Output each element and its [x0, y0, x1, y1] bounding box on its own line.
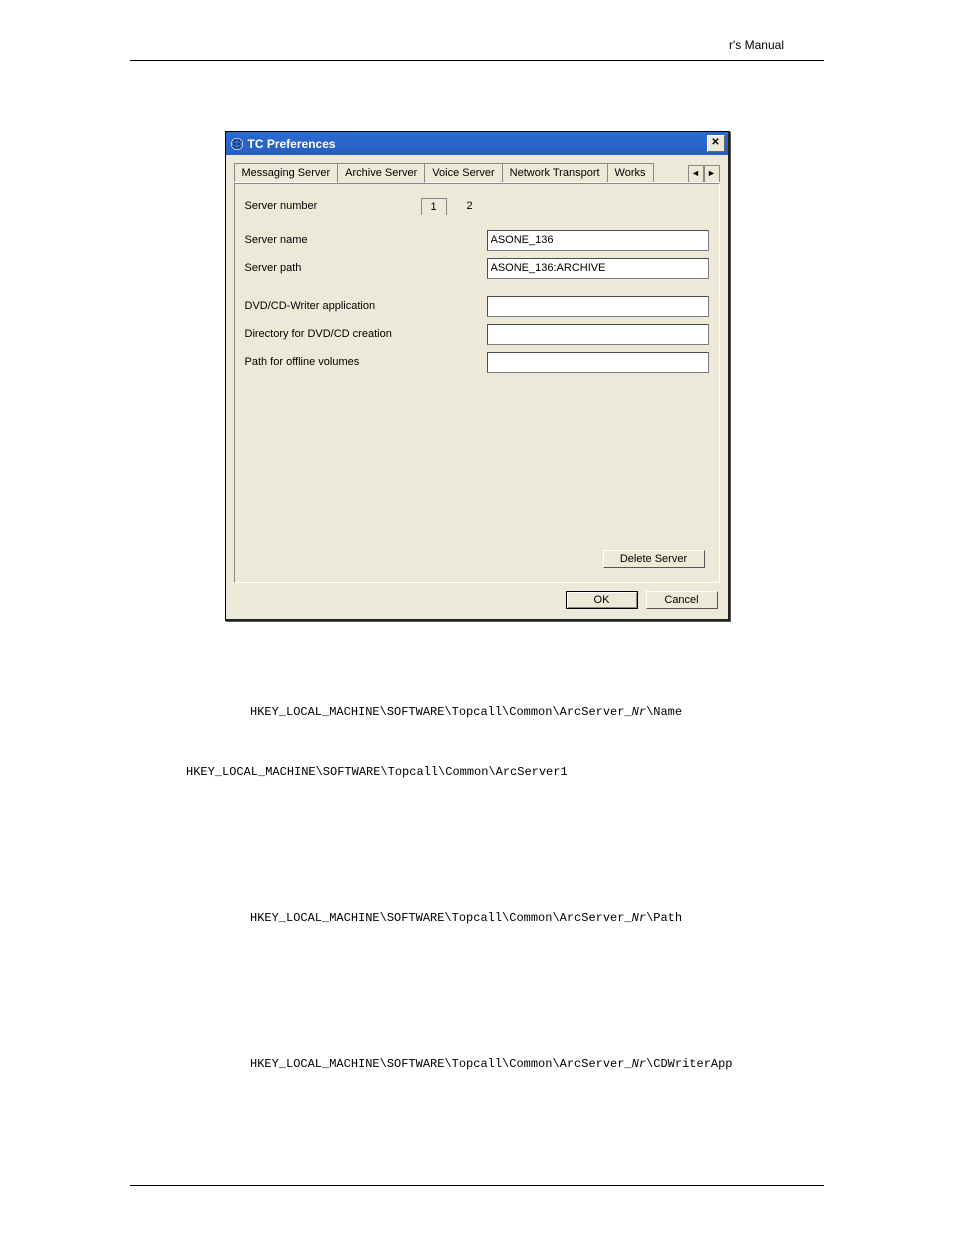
row-server-name: Server name [245, 228, 709, 252]
screenshot-figure: TC Preferences ✕ Messaging Server Archiv… [130, 131, 824, 621]
label-dvd-dir: Directory for DVD/CD creation [245, 328, 487, 340]
footer-rule [130, 1185, 824, 1186]
row-dvd-dir: Directory for DVD/CD creation [245, 322, 709, 346]
tab-archive-server[interactable]: Archive Server [337, 163, 425, 183]
input-dvd-app[interactable] [487, 296, 709, 317]
registry-example: HKEY_LOCAL_MACHINE\SOFTWARE\Topcall\Comm… [186, 763, 824, 781]
delete-server-button[interactable]: Delete Server [603, 550, 705, 568]
page-header-fragment: r's Manual [729, 38, 784, 52]
dialog-titlebar: TC Preferences ✕ [226, 132, 728, 155]
registry-key-cdwriter: HKEY_LOCAL_MACHINE\SOFTWARE\Topcall\Comm… [250, 1055, 824, 1073]
label-server-name: Server name [245, 234, 421, 246]
row-offline: Path for offline volumes [245, 350, 709, 374]
cancel-button[interactable]: Cancel [646, 591, 718, 609]
header-rule [130, 60, 824, 61]
app-icon [230, 137, 244, 151]
close-icon: ✕ [711, 137, 719, 148]
label-server-number: Server number [245, 200, 421, 212]
label-offline: Path for offline volumes [245, 356, 487, 368]
registry-key-path: HKEY_LOCAL_MACHINE\SOFTWARE\Topcall\Comm… [250, 909, 824, 927]
input-dvd-dir[interactable] [487, 324, 709, 345]
dialog-action-row: OK Cancel [234, 583, 720, 611]
document-body-text: HKEY_LOCAL_MACHINE\SOFTWARE\Topcall\Comm… [130, 661, 824, 1145]
server-number-1[interactable]: 1 [421, 198, 447, 215]
dialog-body: Messaging Server Archive Server Voice Se… [226, 155, 728, 619]
input-server-name[interactable] [487, 230, 709, 251]
tc-preferences-dialog: TC Preferences ✕ Messaging Server Archiv… [225, 131, 730, 621]
archive-server-panel: Server number 1 2 Server name Server pat… [234, 183, 720, 583]
server-number-tabs: 1 2 [421, 198, 479, 215]
label-server-path: Server path [245, 262, 421, 274]
input-server-path[interactable] [487, 258, 709, 279]
tab-strip: Messaging Server Archive Server Voice Se… [234, 163, 720, 183]
arrow-right-icon: ► [707, 168, 716, 178]
registry-key-name: HKEY_LOCAL_MACHINE\SOFTWARE\Topcall\Comm… [250, 703, 824, 721]
close-button[interactable]: ✕ [707, 135, 725, 152]
input-offline[interactable] [487, 352, 709, 373]
tab-messaging-server[interactable]: Messaging Server [234, 163, 339, 182]
tab-scroll-left[interactable]: ◄ [688, 165, 704, 182]
row-server-number: Server number 1 2 [245, 194, 709, 218]
tab-workstation[interactable]: Works [607, 163, 654, 182]
row-dvd-app: DVD/CD-Writer application [245, 294, 709, 318]
arrow-left-icon: ◄ [691, 168, 700, 178]
document-page: r's Manual TC Preferences ✕ Messaging Se… [0, 0, 954, 1246]
tab-scroll-right[interactable]: ► [704, 165, 720, 182]
dialog-title: TC Preferences [248, 137, 336, 151]
row-server-path: Server path [245, 256, 709, 280]
tab-network-transport[interactable]: Network Transport [502, 163, 608, 182]
tab-voice-server[interactable]: Voice Server [424, 163, 502, 182]
label-dvd-app: DVD/CD-Writer application [245, 300, 487, 312]
ok-button[interactable]: OK [566, 591, 638, 609]
tab-scroll-buttons: ◄ ► [688, 165, 720, 182]
server-number-2[interactable]: 2 [461, 200, 479, 212]
